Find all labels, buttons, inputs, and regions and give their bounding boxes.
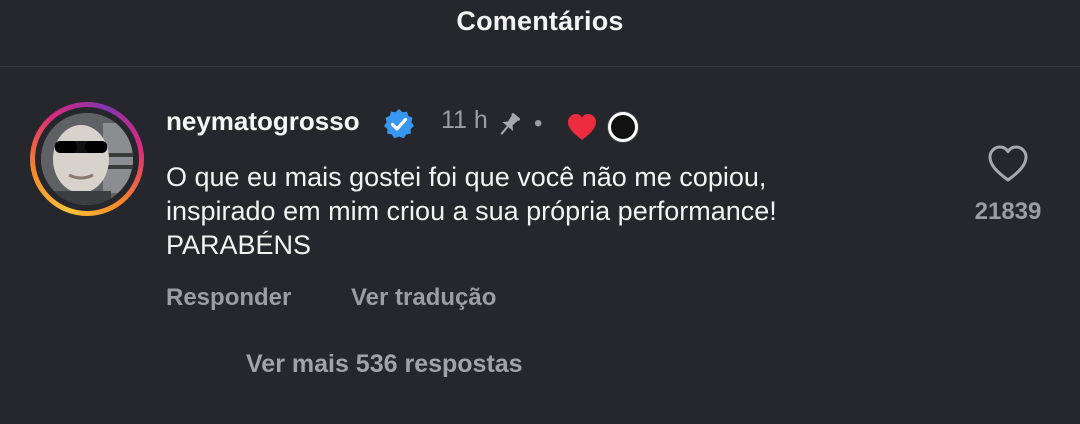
heart-outline-icon[interactable] (986, 144, 1030, 184)
separator-dot: • (534, 110, 543, 137)
pin-icon (500, 113, 521, 135)
translate-button[interactable]: Ver tradução (351, 284, 496, 312)
comment-timestamp: 11 h (441, 106, 488, 134)
comments-header: Comentários (0, 0, 1080, 67)
comment-text-line: O que eu mais gostei foi que você não me… (166, 162, 767, 192)
creator-heart-icon (568, 114, 596, 140)
creator-avatar (607, 111, 639, 143)
reply-button[interactable]: Responder (166, 284, 291, 312)
avatar-border (35, 107, 139, 211)
avatar-image (41, 113, 133, 205)
like-count: 21839 (974, 198, 1042, 225)
comments-title: Comentários (456, 6, 624, 36)
avatar[interactable] (41, 113, 133, 205)
comment-text-line: PARABÉNS (166, 230, 312, 260)
view-more-replies-button[interactable]: Ver mais 536 respostas (246, 350, 523, 379)
verified-badge-icon (384, 109, 414, 139)
comment-text: O que eu mais gostei foi que você não me… (166, 160, 936, 262)
comment-username[interactable]: neymatogrosso (166, 106, 360, 137)
user-avatar-story-ring[interactable] (30, 102, 144, 216)
creator-logo-icon (611, 115, 635, 139)
comment-text-line: inspirado em mim criou a sua própria per… (166, 196, 777, 226)
